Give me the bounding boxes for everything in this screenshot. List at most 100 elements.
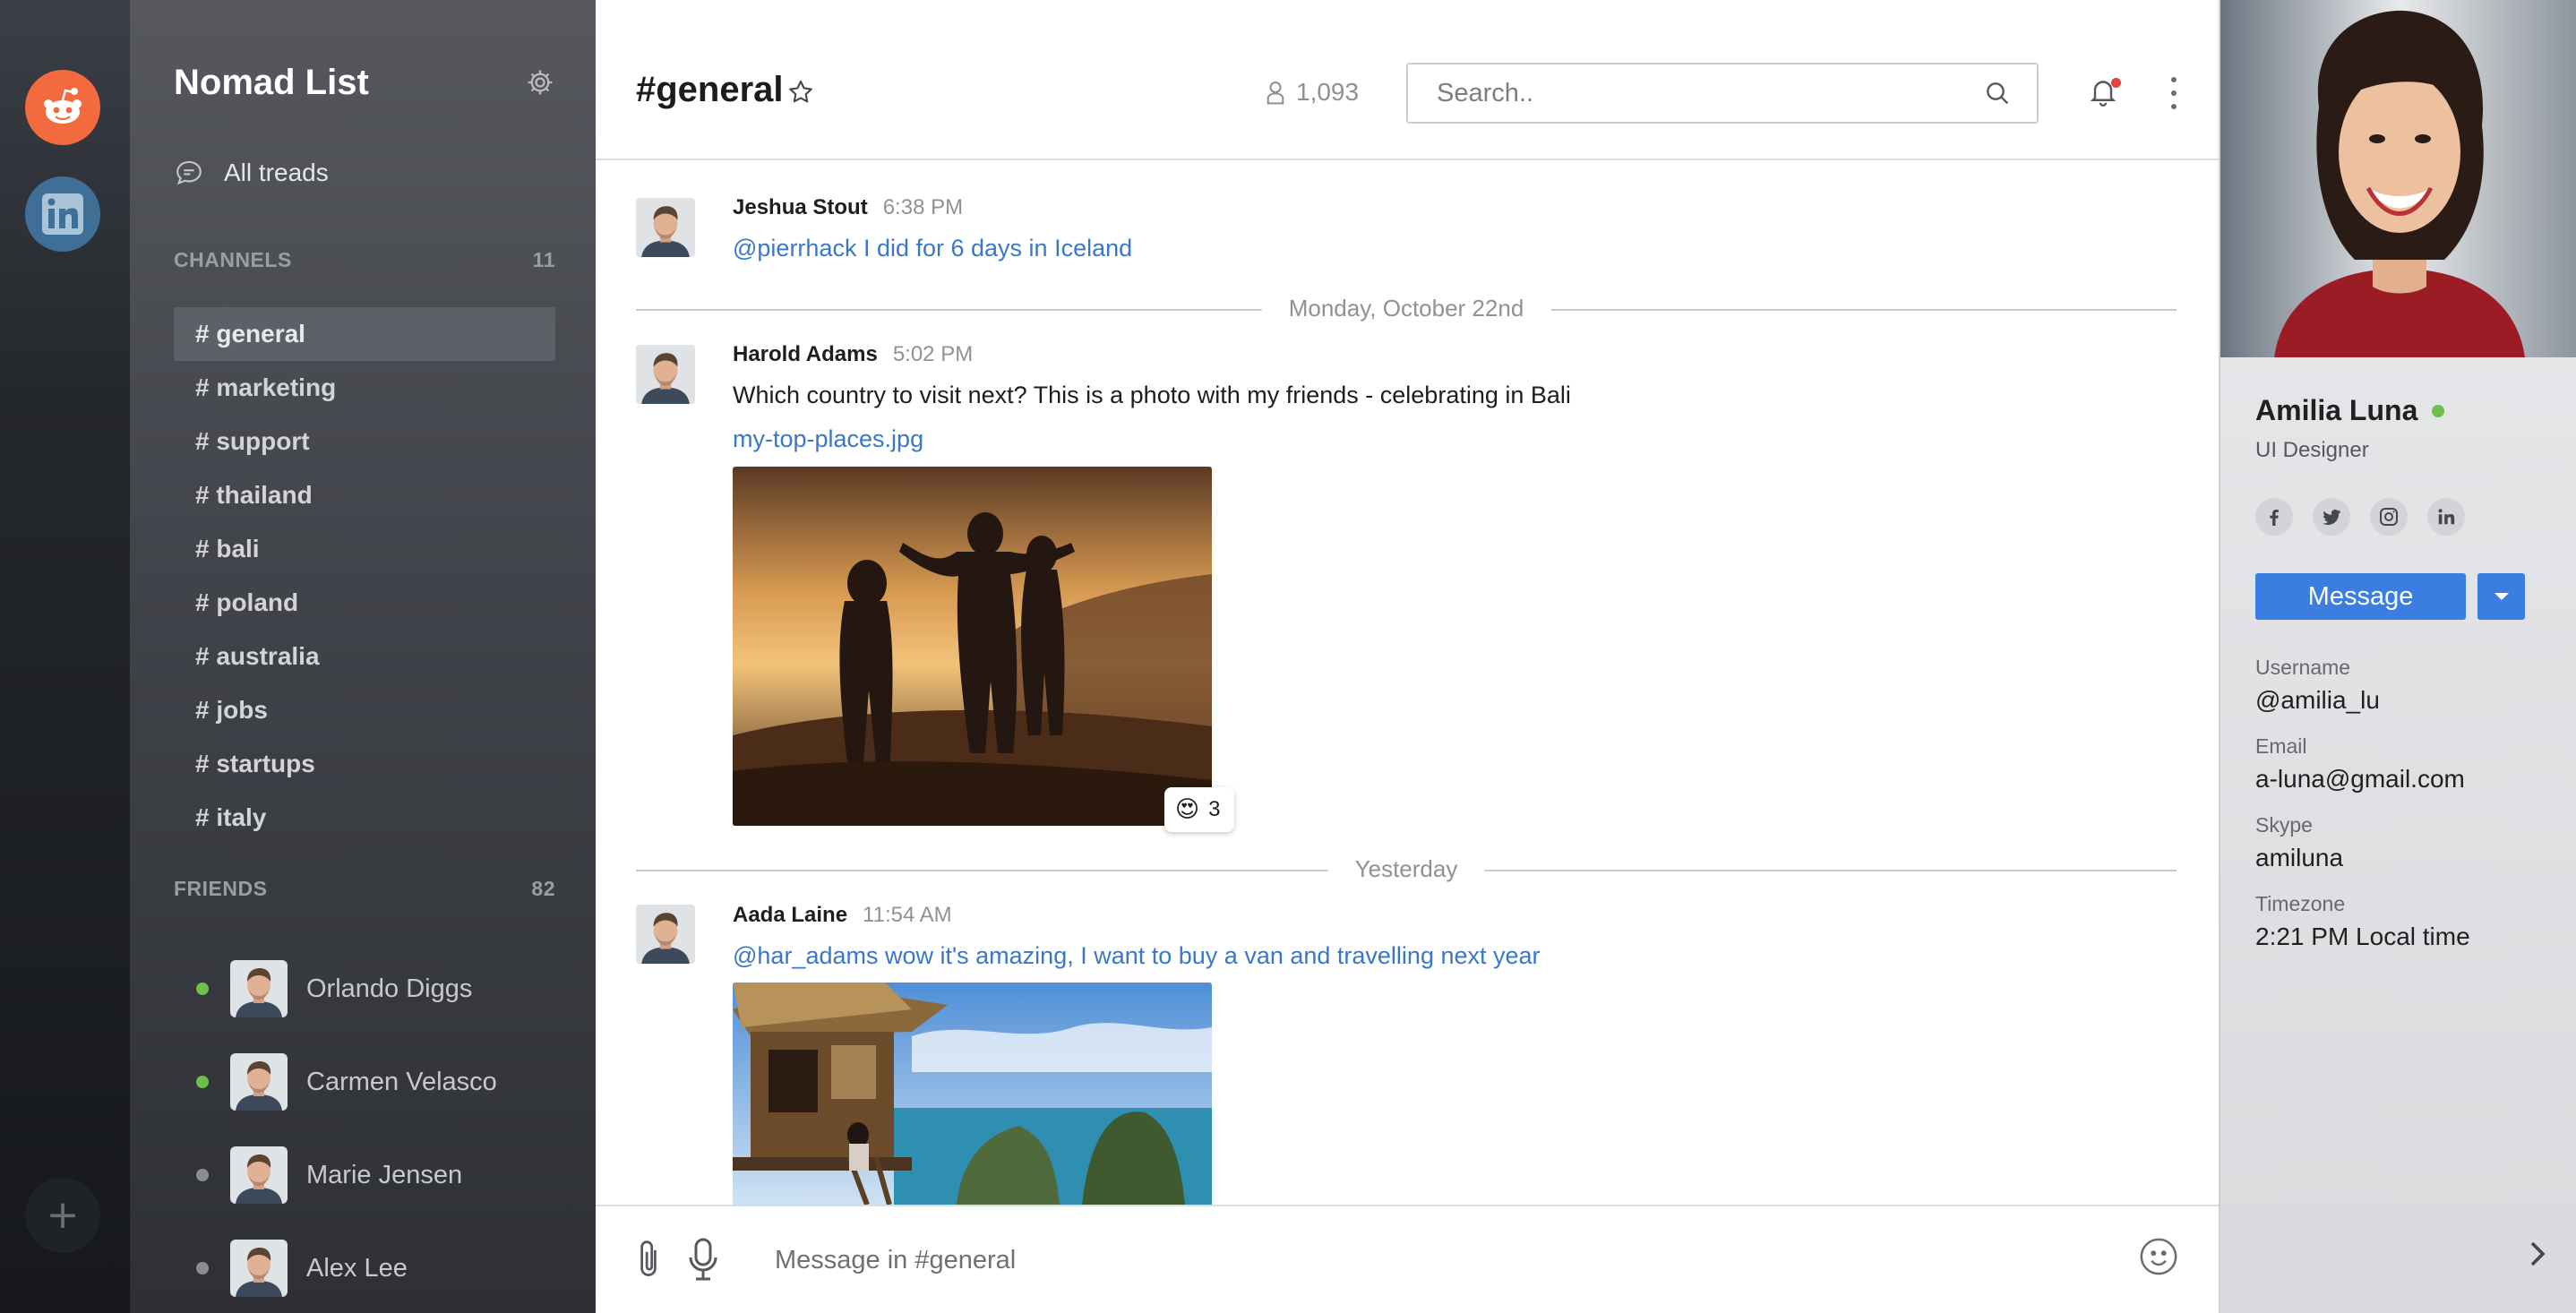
attachment-link[interactable]: my-top-places.jpg [733,425,923,453]
message-header: Jeshua Stout 6:38 PM [733,195,963,220]
channel-item-poland[interactable]: # poland [174,576,555,630]
online-status-dot [2432,404,2445,417]
workspace-rail: + [0,0,130,1313]
all-threads-link[interactable]: All treads [174,158,329,188]
friend-name: Alex Lee [306,1253,408,1283]
avatar[interactable] [636,198,695,257]
user-icon [1267,81,1284,105]
date-divider: Monday, October 22nd [636,295,2177,322]
channels-header: CHANNELS 11 [174,248,555,272]
message-author[interactable]: Harold Adams [733,342,878,367]
notifications-button[interactable] [2087,75,2123,111]
team-name: Nomad List [174,63,369,102]
emoji-picker-button[interactable] [2138,1236,2181,1279]
message-author[interactable]: Jeshua Stout [733,195,868,220]
reaction-count: 3 [1208,797,1221,821]
avatar[interactable] [636,905,695,964]
channel-item-bali[interactable]: # bali [174,522,555,576]
channel-item-jobs[interactable]: # jobs [174,683,555,737]
workspace-linkedin[interactable] [25,176,100,252]
paperclip-icon [640,1240,657,1276]
facebook-link[interactable] [2255,498,2293,536]
message-header: Harold Adams 5:02 PM [733,342,973,367]
avatar [230,1240,288,1297]
attached-photo[interactable] [733,467,1212,826]
channel-list: # general # marketing # support # thaila… [174,307,555,845]
channel-item-australia[interactable]: # australia [174,630,555,683]
timezone-value: 2:21 PM Local time [2255,923,2470,950]
profile-name-text: Amilia Luna [2255,394,2418,426]
message-time: 6:38 PM [882,195,964,219]
username-label: Username [2255,656,2351,679]
star-icon [789,80,812,103]
attach-button[interactable] [632,1239,668,1282]
member-count[interactable]: 1,093 [1266,78,1359,107]
attached-photo[interactable] [733,983,1212,1205]
team-settings-button[interactable] [525,67,555,98]
send-message-button[interactable]: Message [2255,573,2466,620]
message-author[interactable]: Aada Laine [733,903,847,928]
avatar [230,1053,288,1111]
friend-name: Orlando Diggs [306,974,473,1003]
message-input[interactable] [775,1231,2029,1289]
sidebar: Nomad List All treads CHANNELS 11 # gene… [130,0,596,1313]
friend-item[interactable]: Marie Jensen [174,1128,555,1222]
friend-item[interactable]: Orlando Diggs [174,942,555,1035]
all-threads-label: All treads [224,159,329,186]
channels-count: 11 [532,248,555,271]
channel-item-startups[interactable]: # startups [174,737,555,791]
collapse-panel-button[interactable] [2527,1238,2554,1274]
friend-item[interactable]: Carmen Velasco [174,1035,555,1128]
search-box[interactable] [1406,63,2039,124]
linkedin-icon [2438,509,2455,525]
add-workspace-button[interactable]: + [25,1178,100,1253]
channel-item-thailand[interactable]: # thailand [174,468,555,522]
linkedin-link[interactable] [2427,498,2465,536]
voice-message-button[interactable] [689,1238,721,1283]
message-header: Aada Laine 11:54 AM [733,903,952,928]
message-composer [596,1205,2219,1313]
channel-item-italy[interactable]: # italy [174,791,555,845]
skype-label: Skype [2255,813,2313,837]
avatar[interactable] [636,345,695,404]
search-icon [1987,82,2009,105]
message-time: 11:54 AM [863,903,952,927]
twitter-link[interactable] [2313,498,2350,536]
offline-status-dot [196,1262,209,1274]
friend-name: Carmen Velasco [306,1067,497,1096]
friends-count: 82 [531,877,555,900]
smiley-icon [2140,1238,2177,1275]
friends-header: FRIENDS 82 [174,877,555,901]
star-channel-button[interactable] [786,78,815,107]
profile-role: UI Designer [2255,438,2369,462]
microphone-icon [689,1238,717,1281]
channel-item-general[interactable]: # general [174,307,555,361]
channel-item-support[interactable]: # support [174,415,555,468]
message-text: Which country to visit next? This is a p… [733,382,1571,408]
channel-item-marketing[interactable]: # marketing [174,361,555,415]
friend-name: Marie Jensen [306,1160,463,1189]
friend-item[interactable]: Alex Lee [174,1222,555,1313]
avatar [230,960,288,1017]
reddit-icon [44,88,82,124]
email-value[interactable]: a-luna@gmail.com [2255,765,2465,794]
workspace-reddit[interactable] [25,70,100,145]
date-divider: Yesterday [636,855,2177,883]
more-options-button[interactable] [2167,77,2181,109]
reaction-badge[interactable]: 😍 3 [1164,787,1235,832]
member-count-value: 1,093 [1296,78,1360,106]
channel-title: #general [636,70,784,109]
date-divider-label: Yesterday [1327,855,1485,883]
friends-list: Orlando Diggs Carmen Velasco Marie Jense… [174,942,555,1313]
message-options-dropdown[interactable] [2477,573,2525,620]
instagram-link[interactable] [2370,498,2408,536]
search-input[interactable] [1437,78,1983,108]
profile-name: Amilia Luna [2255,394,2445,427]
more-dot [2171,90,2177,96]
caret-down-icon [2494,593,2509,600]
friends-heading: FRIENDS [174,877,268,900]
online-status-dot [196,1076,209,1088]
message-time: 5:02 PM [892,342,974,366]
message-text: @har_adams wow it's amazing, I want to b… [733,942,1541,969]
heart-eyes-emoji-icon: 😍 [1175,796,1200,823]
